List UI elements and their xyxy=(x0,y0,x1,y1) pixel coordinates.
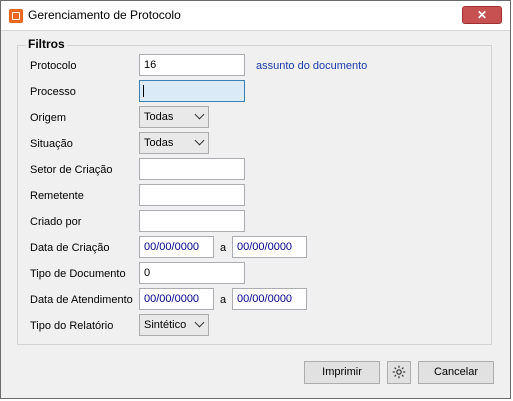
data-atendimento-de-input[interactable]: 00/00/0000 xyxy=(139,288,214,310)
imprimir-label: Imprimir xyxy=(322,366,362,378)
chevron-down-icon xyxy=(194,109,205,120)
tipo-documento-input[interactable]: 0 xyxy=(139,262,245,284)
cancelar-label: Cancelar xyxy=(433,366,479,378)
data-atendimento-label: Data de Atendimento xyxy=(30,294,133,306)
imprimir-button[interactable]: Imprimir xyxy=(304,361,380,384)
data-criacao-ate-input[interactable]: 00/00/0000 xyxy=(232,236,307,258)
remetente-label: Remetente xyxy=(30,190,84,202)
remetente-input[interactable] xyxy=(139,184,245,206)
window-title: Gerenciamento de Protocolo xyxy=(28,8,181,22)
close-button[interactable]: ✕ xyxy=(462,6,502,24)
range-separator: a xyxy=(220,242,227,254)
tipo-relatorio-select[interactable]: Sintético xyxy=(139,314,209,336)
range-separator: a xyxy=(220,294,227,306)
filters-group-label: Filtros xyxy=(26,37,67,51)
assunto-link[interactable]: assunto do documento xyxy=(256,60,367,72)
situacao-select[interactable]: Todas xyxy=(139,132,209,154)
origem-value: Todas xyxy=(144,111,174,123)
processo-label: Processo xyxy=(30,86,76,98)
protocolo-label: Protocolo xyxy=(30,60,77,72)
origem-label: Origem xyxy=(30,112,67,124)
cancelar-button[interactable]: Cancelar xyxy=(418,361,494,384)
tipo-relatorio-value: Sintético xyxy=(144,319,187,331)
title-bar: Gerenciamento de Protocolo ✕ xyxy=(1,1,510,31)
protocolo-input[interactable]: 16 xyxy=(139,54,245,76)
app-icon xyxy=(9,9,23,23)
criado-por-input[interactable] xyxy=(139,210,245,232)
processo-input[interactable] xyxy=(139,80,245,102)
criado-por-label: Criado por xyxy=(30,216,82,228)
situacao-value: Todas xyxy=(144,137,174,149)
chevron-down-icon xyxy=(194,135,205,146)
setor-input[interactable] xyxy=(139,158,245,180)
tipo-relatorio-label: Tipo do Relatório xyxy=(30,320,114,332)
data-atendimento-ate-input[interactable]: 00/00/0000 xyxy=(232,288,307,310)
gear-icon xyxy=(392,365,406,379)
setor-label: Setor de Criação xyxy=(30,164,113,176)
origem-select[interactable]: Todas xyxy=(139,106,209,128)
data-criacao-label: Data de Criação xyxy=(30,242,110,254)
situacao-label: Situação xyxy=(30,138,73,150)
chevron-down-icon xyxy=(194,317,205,328)
text-caret xyxy=(143,85,144,97)
data-criacao-de-input[interactable]: 00/00/0000 xyxy=(139,236,214,258)
tipo-documento-label: Tipo de Documento xyxy=(30,268,126,280)
settings-button[interactable] xyxy=(387,361,411,384)
